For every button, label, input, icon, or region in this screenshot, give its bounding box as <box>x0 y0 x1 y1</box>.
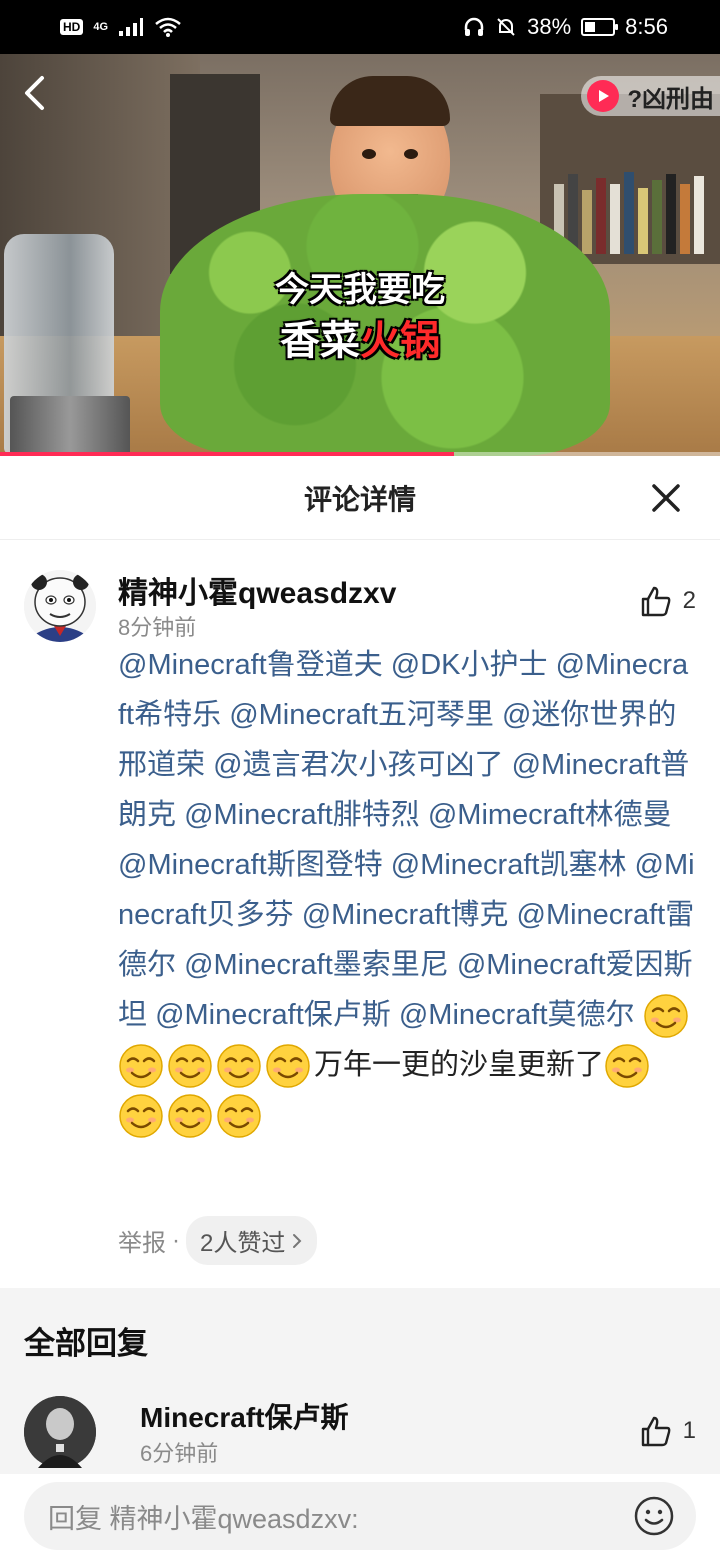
mention-link[interactable]: @遗言君次小孩可凶了 <box>213 749 503 781</box>
smirk-emoji <box>119 1094 163 1139</box>
mention-link[interactable]: @Minecraft墨索里尼 <box>184 949 449 981</box>
smirk-emoji <box>168 1044 212 1089</box>
video-caption-line2: 香菜火锅 <box>0 308 720 366</box>
mention-link[interactable]: @Mimecraft林德曼 <box>428 799 672 831</box>
reply-like-button[interactable]: 1 <box>639 1414 696 1448</box>
mention-link[interactable]: @DK小护士 <box>391 649 548 681</box>
mention-link[interactable]: @Minecraft斯图登特 <box>118 849 383 881</box>
headphones-icon <box>464 17 484 36</box>
reply-like-count: 1 <box>682 1417 696 1444</box>
video-caption-line1: 今天我要吃 <box>275 271 445 309</box>
chevron-right-icon <box>293 1233 302 1248</box>
mention-link[interactable]: @Minecraft凯塞林 <box>391 849 627 881</box>
emoji-picker-icon[interactable] <box>632 1494 676 1538</box>
report-link[interactable]: 举报 <box>118 1223 166 1258</box>
smirk-emoji <box>217 1094 261 1139</box>
comment-body: @Minecraft鲁登道夫 @DK小护士 @Minecraft希特乐 @Min… <box>118 640 696 1140</box>
video-caption-hotpot: 火锅 <box>360 319 440 363</box>
mention-link[interactable]: @Minecraft腓特烈 <box>184 799 420 831</box>
mention-link[interactable]: @Minecraft博克 <box>302 899 509 931</box>
portrait-avatar-icon <box>24 1396 96 1468</box>
comment-author[interactable]: 精神小霍qweasdzxv <box>118 568 396 612</box>
close-icon <box>652 484 680 512</box>
mention-link[interactable]: @Minecraft莫德尔 <box>399 999 635 1031</box>
all-replies-section: 全部回复 Minecraft保卢斯 6分钟前 1 <box>0 1288 720 1474</box>
reply-author[interactable]: Minecraft保卢斯 <box>140 1396 348 1436</box>
network-label: 4G <box>93 21 109 33</box>
comment-text: 万年一更的沙皇更新了 <box>314 1049 605 1081</box>
mention-link[interactable]: @Minecraft鲁登道夫 <box>118 649 383 681</box>
smirk-emoji <box>605 1044 649 1089</box>
battery-icon <box>581 18 619 36</box>
wifi-icon <box>155 17 181 37</box>
thumbs-up-icon <box>641 586 671 617</box>
related-video-chip-text: ?凶刑由 <box>627 85 714 113</box>
mention-link[interactable]: @Minecraft保卢斯 <box>155 999 391 1031</box>
video-caption-cilantro: 香菜 <box>280 319 360 363</box>
clock: 8:56 <box>625 14 668 39</box>
all-replies-title: 全部回复 <box>24 1326 148 1361</box>
like-count: 2 <box>682 587 696 614</box>
video-person-eye <box>404 149 418 159</box>
panda-meme-avatar-icon <box>24 570 96 642</box>
reply-input[interactable]: 回复 精神小霍qweasdzxv: <box>24 1482 696 1550</box>
liked-by-label: 2人赞过 <box>200 1230 286 1257</box>
hd-badge: HD <box>60 19 84 35</box>
close-button[interactable] <box>646 478 686 518</box>
status-bar-right: 38% 8:56 <box>463 14 668 40</box>
status-bar-left: HD 4G <box>60 16 182 38</box>
meta-separator: · <box>172 1226 180 1254</box>
smirk-emoji <box>266 1044 310 1089</box>
smirk-emoji <box>119 1044 163 1089</box>
thumbs-up-icon <box>641 1416 671 1447</box>
back-button[interactable] <box>14 68 54 118</box>
comment-time: 8分钟前 <box>118 615 197 640</box>
related-video-chip[interactable]: ?凶刑由 <box>581 76 720 116</box>
play-logo-icon <box>587 80 620 112</box>
video-player[interactable]: 今天我要吃 香菜火锅 ?凶刑由 <box>0 54 720 456</box>
bell-off-icon <box>497 18 515 36</box>
status-bar: HD 4G 38% 8:56 <box>0 0 720 54</box>
video-blender-base <box>10 396 130 456</box>
avatar[interactable] <box>24 570 96 642</box>
video-person-hair <box>330 76 450 126</box>
reply-time: 6分钟前 <box>140 1441 219 1466</box>
battery-text: 38% <box>527 14 572 39</box>
comment-meta-row: 举报 · 2人赞过 <box>118 1216 318 1265</box>
chevron-left-icon <box>25 76 44 110</box>
liked-by-button[interactable]: 2人赞过 <box>186 1216 318 1265</box>
video-person-eye <box>362 149 376 159</box>
signal-icon <box>119 18 144 36</box>
reply-input-placeholder: 回复 精神小霍qweasdzxv: <box>48 1503 359 1534</box>
reply-input-bar: 回复 精神小霍qweasdzxv: <box>0 1474 720 1560</box>
reply-avatar[interactable] <box>24 1396 96 1468</box>
comment-detail-header: 评论详情 <box>0 456 720 540</box>
smirk-emoji <box>217 1044 261 1089</box>
mention-link[interactable]: @Minecraft五河琴里 <box>229 699 494 731</box>
like-button[interactable]: 2 <box>639 584 696 618</box>
main-comment: 精神小霍qweasdzxv 8分钟前 2 @Minecraft鲁登道夫 @DK小… <box>0 540 720 1288</box>
page-title: 评论详情 <box>303 483 416 515</box>
smirk-emoji <box>643 994 688 1039</box>
smirk-emoji <box>168 1094 212 1139</box>
